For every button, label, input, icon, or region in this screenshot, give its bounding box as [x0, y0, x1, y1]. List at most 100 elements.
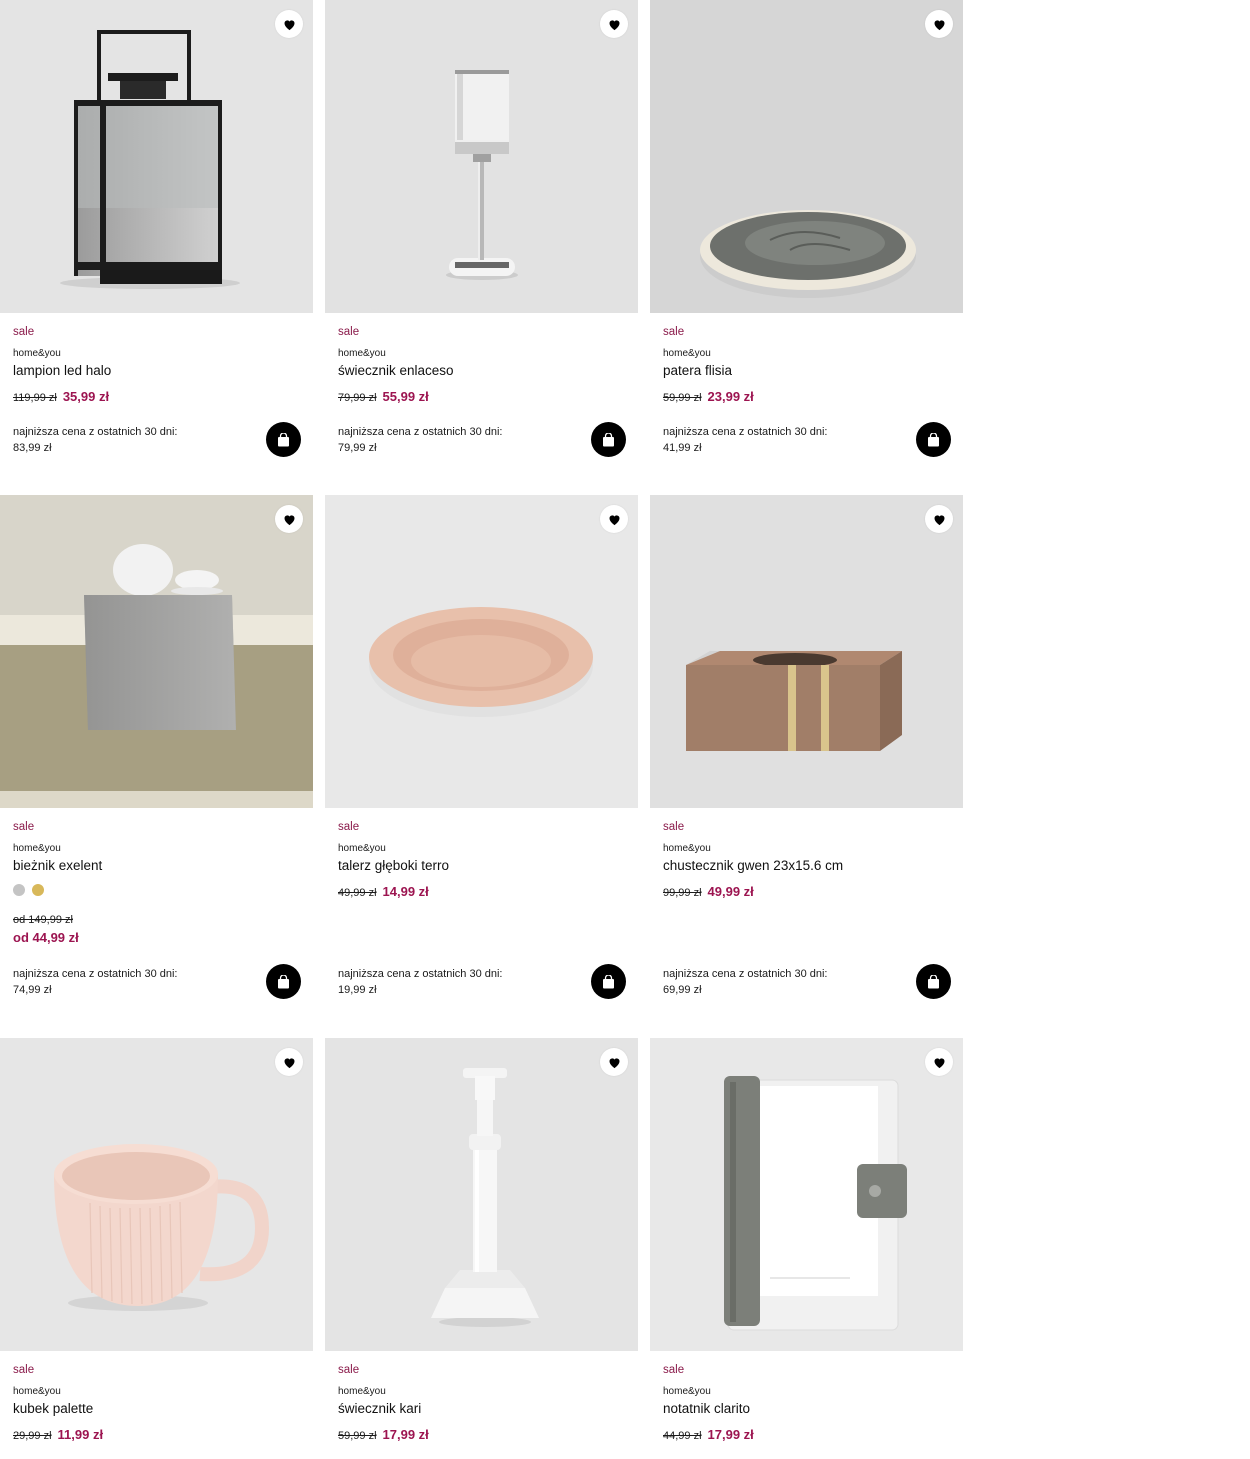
- brand-label: home&you: [663, 1386, 711, 1397]
- brand-label: home&you: [13, 348, 61, 359]
- shopping-bag-icon: [603, 432, 614, 446]
- product-name[interactable]: chustecznik gwen 23x15.6 cm: [663, 858, 843, 873]
- candle-holder-image: [446, 70, 518, 280]
- old-price: 29,99 zł: [13, 1430, 52, 1442]
- product-name[interactable]: patera flisia: [663, 363, 732, 378]
- add-to-cart-button[interactable]: [591, 422, 626, 457]
- product-image[interactable]: [650, 0, 963, 313]
- lowest-price-label: najniższa cena z ostatnich 30 dni:: [13, 426, 178, 438]
- lowest-price-info: najniższa cena z ostatnich 30 dni: 19,99…: [338, 966, 558, 998]
- sale-price: 35,99 zł: [62, 389, 110, 404]
- favorite-button[interactable]: [925, 505, 953, 533]
- sale-label: sale: [338, 821, 360, 833]
- favorite-button[interactable]: [925, 1048, 953, 1076]
- product-card[interactable]: sale home&you świecznik kari 59,99 zł 17…: [325, 1038, 638, 1459]
- heart-icon: [284, 514, 294, 525]
- product-card[interactable]: sale home&you chustecznik gwen 23x15.6 c…: [650, 495, 963, 1025]
- sale-price: 17,99 zł: [382, 1427, 429, 1442]
- color-swatches: [13, 884, 44, 896]
- product-image[interactable]: [325, 495, 638, 808]
- old-price: 79,99 zł: [338, 392, 377, 404]
- lowest-price-info: najniższa cena z ostatnich 30 dni: 79,99…: [338, 424, 558, 456]
- lowest-price-value: 41,99 zł: [663, 442, 702, 454]
- product-card[interactable]: sale home&you patera flisia 59,99 zł 23,…: [650, 0, 963, 480]
- heart-icon: [284, 1057, 294, 1068]
- price-block: 99,99 zł 49,99 zł: [663, 884, 754, 899]
- lowest-price-info: najniższa cena z ostatnich 30 dni: 74,99…: [13, 966, 233, 998]
- favorite-button[interactable]: [275, 505, 303, 533]
- product-image[interactable]: [650, 495, 963, 808]
- tissue-box-image: [686, 651, 902, 751]
- price-block: 29,99 zł 11,99 zł: [13, 1427, 103, 1442]
- old-price: 44,99 zł: [663, 1430, 702, 1442]
- sale-price: od 44,99 zł: [13, 930, 79, 945]
- heart-icon: [609, 19, 619, 30]
- brand-label: home&you: [338, 1386, 386, 1397]
- product-image[interactable]: [325, 0, 638, 313]
- lowest-price-info: najniższa cena z ostatnich 30 dni: 69,99…: [663, 966, 883, 998]
- add-to-cart-button[interactable]: [916, 422, 951, 457]
- product-card[interactable]: sale home&you notatnik clarito 44,99 zł …: [650, 1038, 963, 1459]
- lantern-image: [60, 30, 240, 289]
- product-name[interactable]: lampion led halo: [13, 363, 111, 378]
- shopping-bag-icon: [278, 974, 289, 988]
- sale-label: sale: [13, 821, 35, 833]
- sale-label: sale: [13, 1364, 35, 1376]
- lowest-price-label: najniższa cena z ostatnich 30 dni:: [338, 968, 503, 980]
- lowest-price-info: najniższa cena z ostatnich 30 dni: 83,99…: [13, 424, 233, 456]
- old-price: 59,99 zł: [663, 392, 702, 404]
- product-card[interactable]: sale home&you bieżnik exelent od 149,99 …: [0, 495, 313, 1025]
- product-card[interactable]: sale home&you świecznik enlaceso 79,99 z…: [325, 0, 638, 480]
- mug-image: [54, 1144, 270, 1311]
- lowest-price-value: 83,99 zł: [13, 442, 52, 454]
- brand-label: home&you: [663, 348, 711, 359]
- favorite-button[interactable]: [600, 505, 628, 533]
- sale-label: sale: [13, 326, 35, 338]
- old-price: 49,99 zł: [338, 887, 377, 899]
- favorite-button[interactable]: [925, 10, 953, 38]
- heart-icon: [609, 1057, 619, 1068]
- favorite-button[interactable]: [600, 10, 628, 38]
- sale-label: sale: [338, 326, 360, 338]
- price-block: 59,99 zł 17,99 zł: [338, 1427, 429, 1442]
- product-image[interactable]: [0, 0, 313, 313]
- product-name[interactable]: świecznik enlaceso: [338, 363, 454, 378]
- favorite-button[interactable]: [600, 1048, 628, 1076]
- candlestick-image: [431, 1068, 539, 1327]
- lowest-price-value: 79,99 zł: [338, 442, 377, 454]
- favorite-button[interactable]: [275, 1048, 303, 1076]
- add-to-cart-button[interactable]: [266, 964, 301, 999]
- sale-label: sale: [663, 821, 685, 833]
- product-image[interactable]: [0, 1038, 313, 1351]
- brand-label: home&you: [663, 843, 711, 854]
- add-to-cart-button[interactable]: [266, 422, 301, 457]
- add-to-cart-button[interactable]: [591, 964, 626, 999]
- old-price: 119,99 zł: [13, 392, 57, 404]
- sale-price: 11,99 zł: [57, 1427, 104, 1442]
- product-name[interactable]: bieżnik exelent: [13, 858, 102, 873]
- product-name[interactable]: świecznik kari: [338, 1401, 421, 1416]
- price-block: 44,99 zł 17,99 zł: [663, 1427, 754, 1442]
- favorite-button[interactable]: [275, 10, 303, 38]
- product-name[interactable]: talerz głęboki terro: [338, 858, 449, 873]
- product-image[interactable]: [325, 1038, 638, 1351]
- add-to-cart-button[interactable]: [916, 964, 951, 999]
- shopping-bag-icon: [603, 974, 614, 988]
- price-block: od 149,99 zł od 44,99 zł: [13, 914, 79, 947]
- heart-icon: [284, 19, 294, 30]
- product-name[interactable]: kubek palette: [13, 1401, 93, 1416]
- color-swatch-silver[interactable]: [13, 884, 25, 896]
- product-image[interactable]: [0, 495, 313, 808]
- product-card[interactable]: sale home&you kubek palette 29,99 zł 11,…: [0, 1038, 313, 1459]
- product-card[interactable]: sale home&you talerz głęboki terro 49,99…: [325, 495, 638, 1025]
- price-block: 79,99 zł 55,99 zł: [338, 389, 429, 404]
- color-swatch-gold[interactable]: [32, 884, 44, 896]
- table-runner-image: [0, 495, 313, 808]
- product-image[interactable]: [650, 1038, 963, 1351]
- sale-label: sale: [663, 1364, 685, 1376]
- sale-label: sale: [338, 1364, 360, 1376]
- product-name[interactable]: notatnik clarito: [663, 1401, 750, 1416]
- product-card[interactable]: sale home&you lampion led halo 119,99 zł…: [0, 0, 313, 480]
- sale-price: 49,99 zł: [707, 884, 754, 899]
- deep-plate-image: [369, 607, 593, 717]
